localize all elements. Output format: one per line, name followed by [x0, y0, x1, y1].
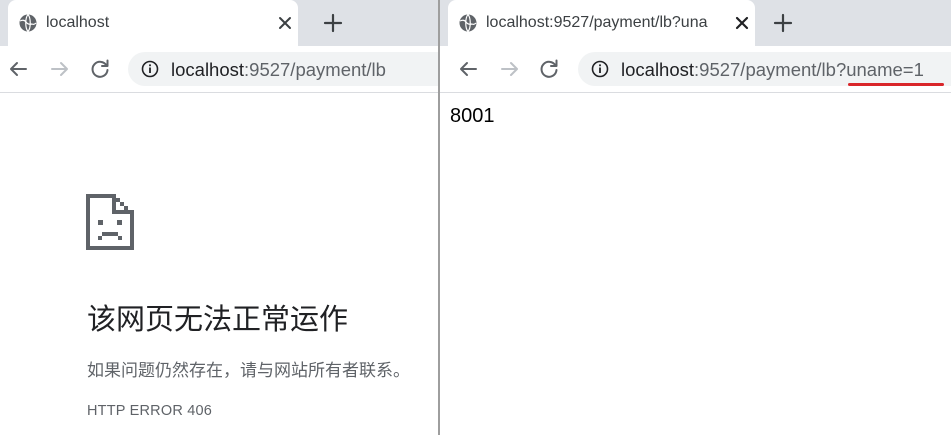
- url-host: localhost: [171, 59, 245, 80]
- new-tab-icon[interactable]: [322, 12, 344, 34]
- url-path: :9527/payment/lb?uname=1: [694, 59, 924, 80]
- globe-icon: [19, 14, 37, 32]
- tab-title: localhost:9527/payment/lb?uname=1: [486, 14, 708, 31]
- address-bar[interactable]: localhost:9527/payment/lb?uname=1: [578, 52, 951, 86]
- forward-arrow-icon[interactable]: [48, 57, 72, 81]
- globe-icon: [459, 14, 477, 32]
- reload-icon[interactable]: [88, 57, 112, 81]
- error-description: 如果问题仍然存在，请与网站所有者联系。: [87, 361, 410, 380]
- info-icon[interactable]: [591, 60, 609, 78]
- url-text: localhost:9527/payment/lb: [171, 59, 386, 81]
- url-path: :9527/payment/lb: [244, 59, 386, 80]
- browser-window-right: localhost:9527/payment/lb?uname=1 loca: [440, 0, 951, 435]
- tab-title: localhost: [46, 14, 110, 31]
- forward-arrow-icon[interactable]: [498, 57, 522, 81]
- url-host: localhost: [621, 59, 695, 80]
- tab-strip: localhost:9527/payment/lb?uname=1: [440, 0, 951, 46]
- broken-page-icon: [86, 194, 134, 250]
- close-icon[interactable]: [276, 14, 294, 32]
- info-icon[interactable]: [141, 60, 159, 78]
- toolbar: localhost:9527/payment/lb: [0, 46, 439, 93]
- address-bar[interactable]: localhost:9527/payment/lb: [128, 52, 439, 86]
- tab-strip: localhost: [0, 0, 439, 46]
- new-tab-icon[interactable]: [772, 12, 794, 34]
- page-content: 8001: [440, 93, 951, 435]
- error-code: HTTP ERROR 406: [87, 403, 213, 419]
- tab-localhost[interactable]: localhost: [8, 0, 298, 46]
- tab-payment-lb[interactable]: localhost:9527/payment/lb?uname=1: [448, 0, 755, 46]
- query-param-underline: [848, 83, 944, 86]
- error-title: 该网页无法正常运作: [87, 304, 349, 336]
- url-text: localhost:9527/payment/lb?uname=1: [621, 59, 924, 81]
- page-content: [0, 93, 439, 435]
- browser-window-left: localhost localhost:9527/payment/lb 该网页无…: [0, 0, 439, 435]
- close-icon[interactable]: [733, 14, 751, 32]
- reload-icon[interactable]: [537, 57, 561, 81]
- back-arrow-icon[interactable]: [6, 57, 30, 81]
- response-body: 8001: [450, 105, 495, 127]
- back-arrow-icon[interactable]: [456, 57, 480, 81]
